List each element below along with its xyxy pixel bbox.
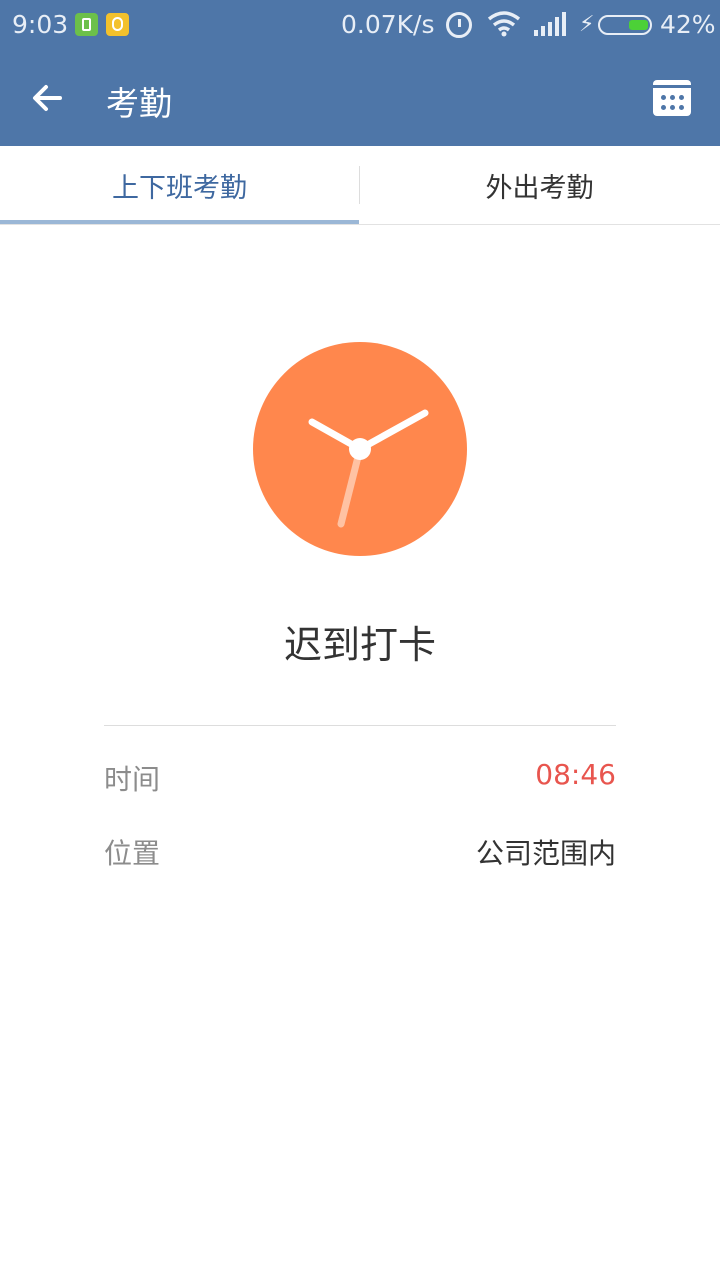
status-bar: 9:03 0.07K/s ⚡ 42% (0, 0, 720, 50)
time-label: 时间 (104, 763, 161, 796)
arrow-left-icon (33, 85, 62, 111)
alarm-icon (446, 12, 472, 38)
back-button[interactable] (24, 74, 72, 122)
battery-icon (598, 15, 652, 35)
time-row: 时间 08:46 (104, 758, 616, 802)
location-row: 位置 公司范围内 (104, 832, 616, 876)
notification-app-icon (106, 13, 129, 36)
tab-bar: 上下班考勤 外出考勤 (0, 146, 720, 225)
app-bar: 考勤 (0, 50, 720, 146)
clock-icon (253, 342, 467, 556)
location-value: 公司范围内 (475, 837, 616, 870)
location-label: 位置 (104, 837, 161, 870)
battery-level-fill (629, 20, 648, 30)
tab-active-indicator (0, 220, 359, 224)
calendar-icon (653, 85, 691, 88)
page-title: 考勤 (106, 84, 172, 123)
tab-commute-attendance[interactable]: 上下班考勤 (0, 146, 359, 224)
calendar-button[interactable] (653, 80, 691, 116)
battery-percent: 42% (660, 10, 716, 39)
status-time: 9:03 (12, 10, 69, 39)
charging-icon: ⚡ (579, 12, 595, 37)
wifi-icon (487, 11, 521, 37)
battery-app-icon (75, 13, 98, 36)
punch-status-title: 迟到打卡 (283, 623, 436, 667)
signal-icon (534, 12, 566, 36)
time-value: 08:46 (535, 758, 616, 791)
network-speed: 0.07K/s (341, 10, 435, 39)
info-divider (104, 725, 616, 726)
tab-outing-attendance[interactable]: 外出考勤 (360, 146, 719, 224)
